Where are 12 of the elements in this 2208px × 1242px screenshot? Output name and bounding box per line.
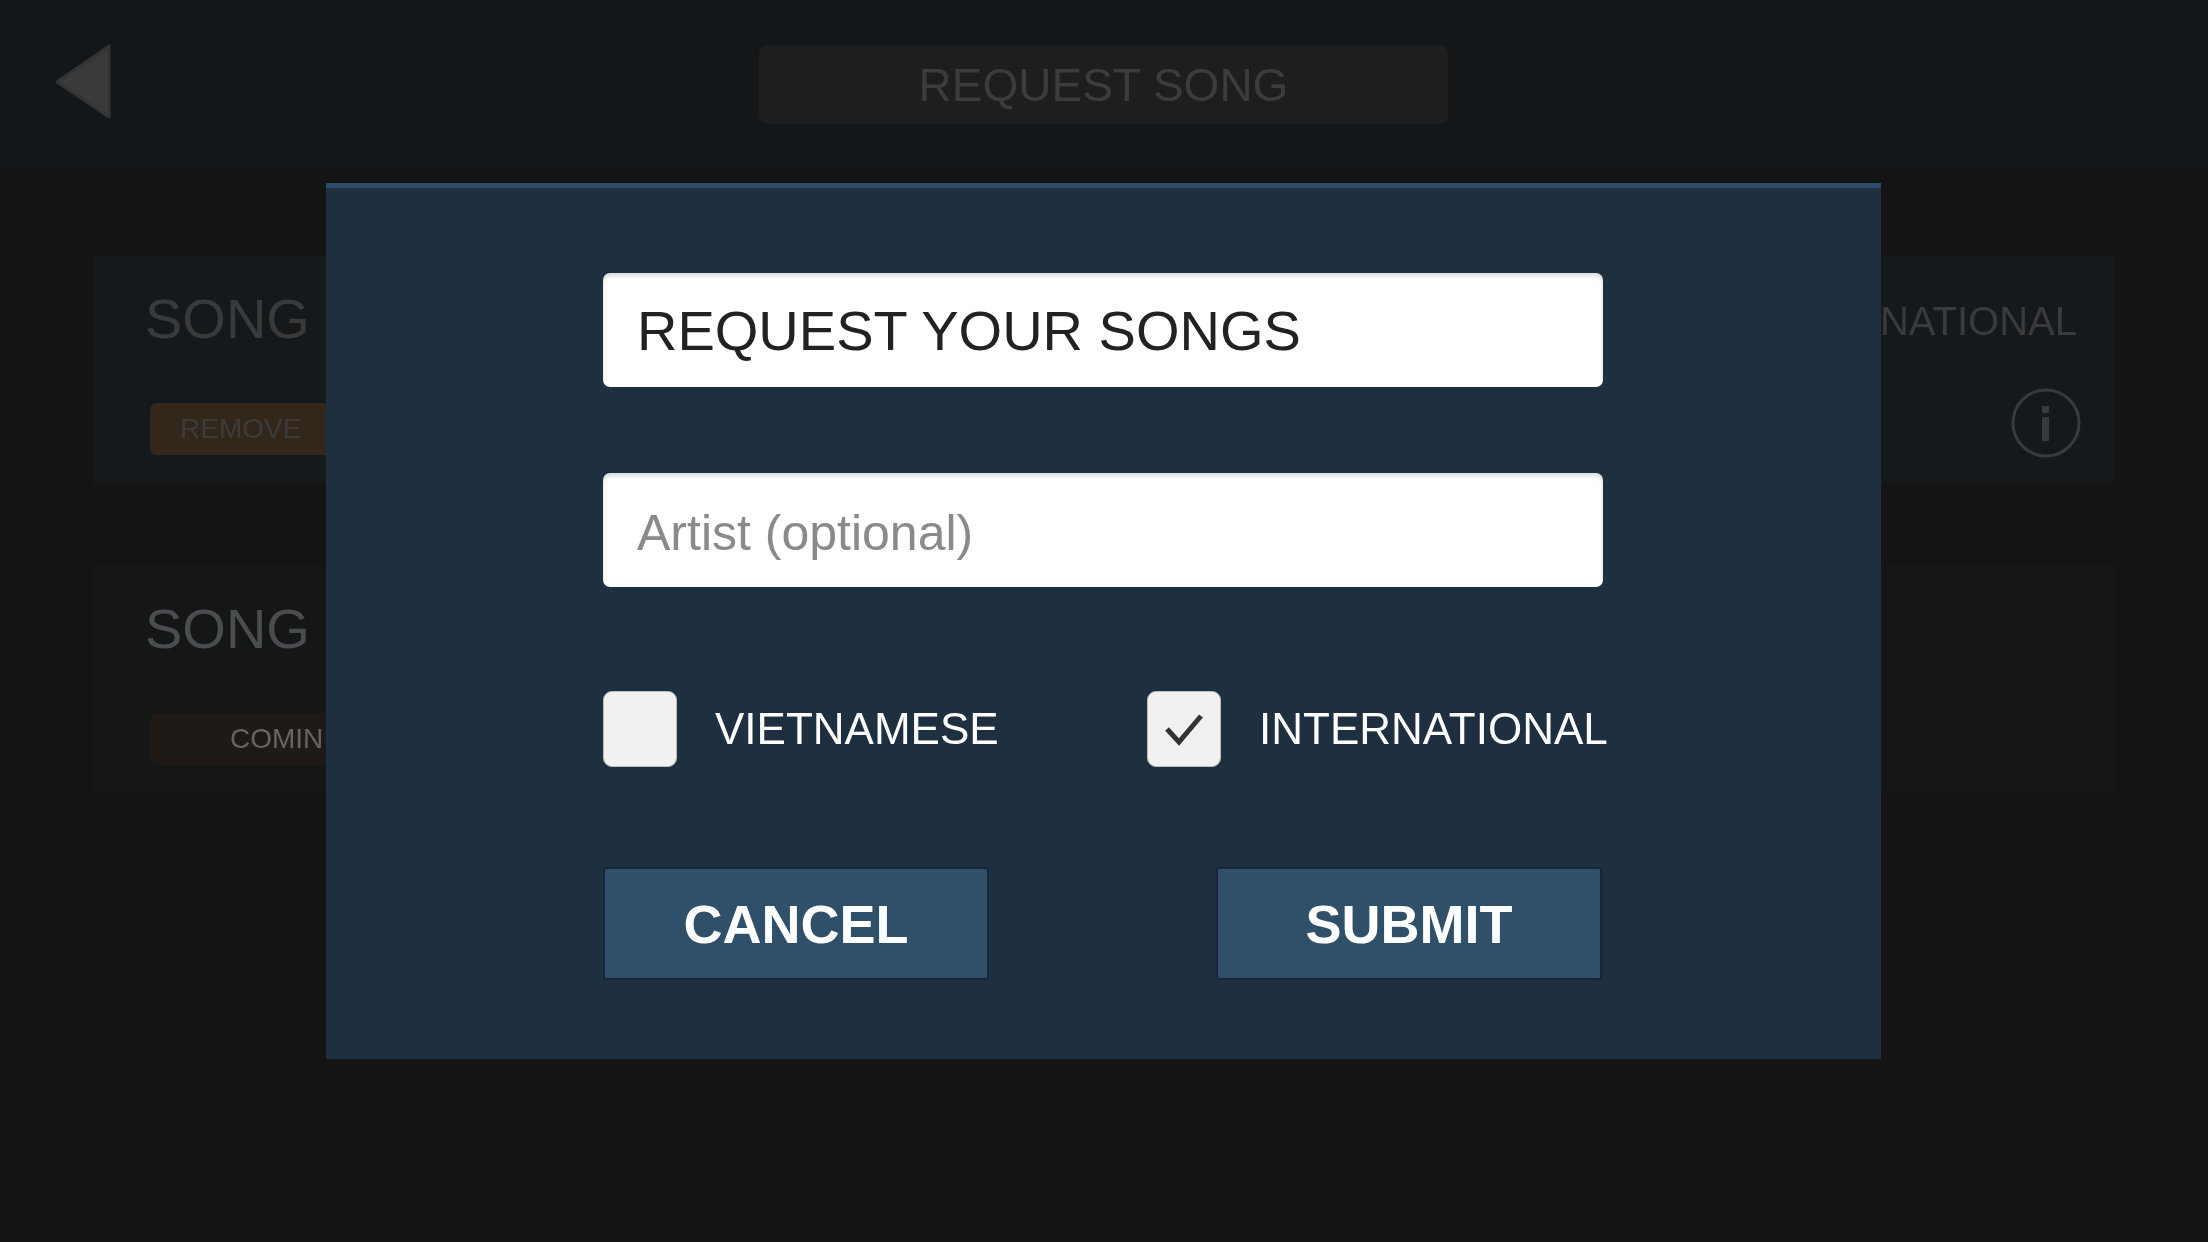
submit-button[interactable]: SUBMIT	[1216, 867, 1602, 980]
check-icon	[1164, 712, 1204, 746]
option-label: INTERNATIONAL	[1259, 704, 1608, 754]
cancel-button[interactable]: CANCEL	[603, 867, 989, 980]
checkbox[interactable]	[1147, 691, 1221, 767]
song-title: SONG	[145, 597, 311, 661]
checkbox[interactable]	[603, 691, 677, 767]
artist-field[interactable]: Artist (optional)	[603, 473, 1603, 587]
back-icon[interactable]	[55, 44, 111, 119]
info-icon[interactable]	[2011, 388, 2081, 458]
option-label: VIETNAMESE	[715, 704, 999, 754]
song-field[interactable]: REQUEST YOUR SONGS	[603, 273, 1603, 387]
